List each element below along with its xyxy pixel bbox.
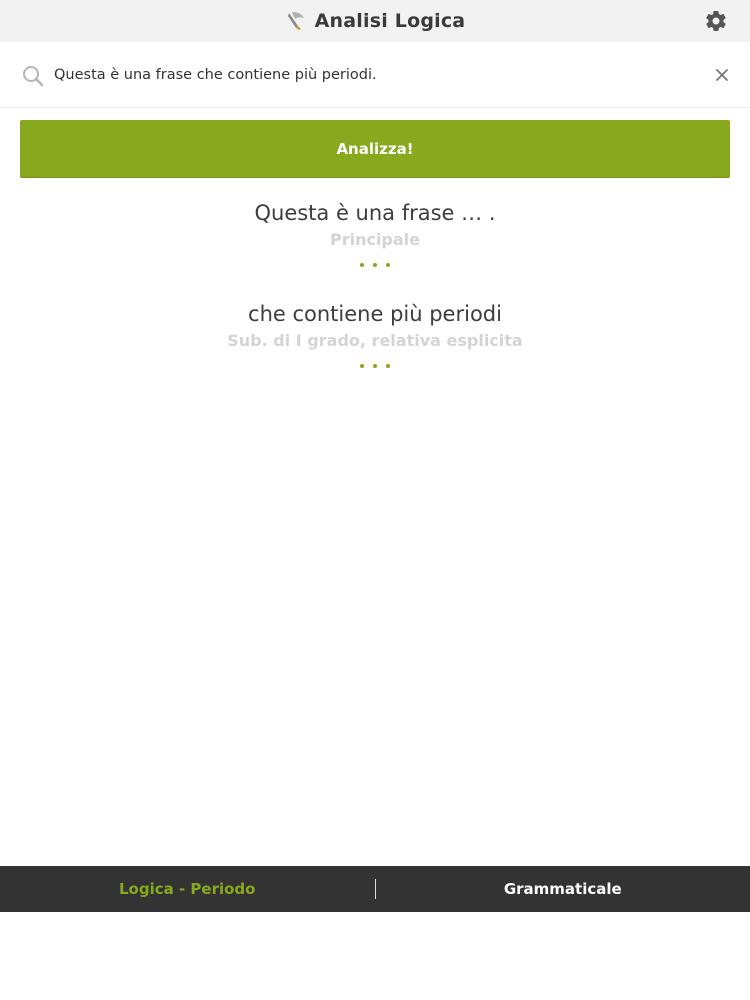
search-bar (0, 42, 750, 108)
clause-type-label: Sub. di I grado, relativa esplicita (227, 331, 523, 350)
page-title: Analisi Logica (314, 10, 466, 32)
dot (386, 364, 390, 368)
clause-text: che contiene più periodi (248, 302, 502, 326)
gear-icon[interactable] (704, 9, 728, 33)
dot (386, 263, 390, 267)
search-icon (23, 66, 44, 87)
bottom-tab-bar: Logica - Periodo Grammaticale (0, 866, 750, 912)
app-screen: Analisi Logica Analizza! Questa è una fr… (0, 0, 750, 1000)
clause-type-label: Principale (329, 230, 421, 249)
header-bar: Analisi Logica (0, 0, 750, 42)
close-icon[interactable] (712, 65, 732, 85)
dot (360, 364, 364, 368)
clause-result: Questa è una frase … . Principale (0, 199, 750, 267)
search-input[interactable] (54, 60, 694, 90)
tab-logica-periodo[interactable]: Logica - Periodo (0, 866, 375, 912)
more-options-icon[interactable] (0, 364, 750, 368)
more-options-icon[interactable] (0, 263, 750, 267)
clause-result: che contiene più periodi Sub. di I grado… (0, 300, 750, 368)
clause-text: Questa è una frase … . (254, 201, 496, 225)
dot (360, 263, 364, 267)
header-title-group: Analisi Logica (285, 10, 466, 32)
quill-icon (287, 12, 304, 30)
dot (373, 263, 377, 267)
dot (373, 364, 377, 368)
analyze-button[interactable]: Analizza! (20, 120, 730, 177)
tab-grammaticale[interactable]: Grammaticale (376, 866, 750, 912)
